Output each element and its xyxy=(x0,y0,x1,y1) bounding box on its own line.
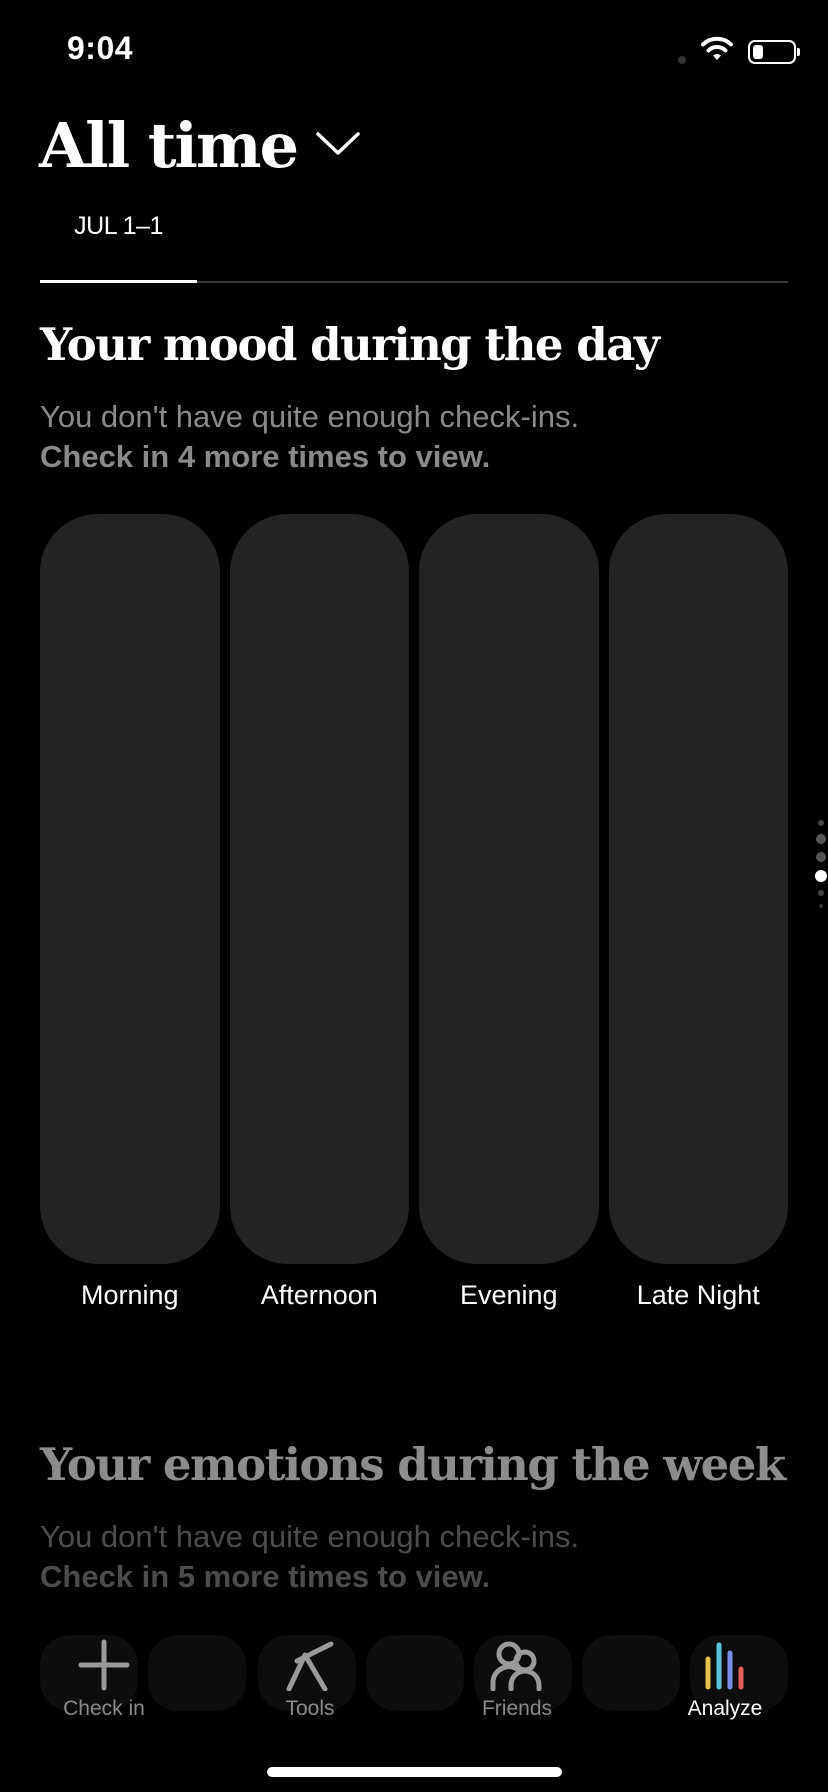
mood-bar-afternoon xyxy=(229,514,409,1264)
analyze-bars-icon xyxy=(696,1637,754,1693)
tab-friends-label: Friends xyxy=(481,1697,553,1720)
page-indicator[interactable] xyxy=(814,820,828,908)
mood-chart-labels: Morning Afternoon Evening Late Night xyxy=(40,1280,788,1311)
tab-analyze[interactable]: Analyze xyxy=(655,1637,795,1721)
mood-section-subtitle: You don't have quite enough check-ins. C… xyxy=(40,397,579,477)
mood-label-morning: Morning xyxy=(80,1280,179,1310)
tab-tools[interactable]: Tools xyxy=(240,1637,380,1721)
emotions-section-subtitle: You don't have quite enough check-ins. C… xyxy=(40,1517,579,1597)
mood-chart xyxy=(40,514,788,1264)
mood-bar-late-night xyxy=(608,514,788,1264)
status-time: 9:04 xyxy=(67,30,134,66)
mood-cta-text: Check in 4 more times to view. xyxy=(40,439,491,474)
chevron-down-icon xyxy=(315,130,361,163)
emotions-cta-text: Check in 5 more times to view. xyxy=(40,1559,491,1594)
mood-section-title: Your mood during the day xyxy=(40,318,660,371)
signal-icon xyxy=(678,55,686,64)
battery-icon xyxy=(748,39,800,64)
emotions-subtitle-text: You don't have quite enough check-ins. xyxy=(40,1519,580,1554)
mood-label-afternoon: Afternoon xyxy=(260,1280,378,1310)
tab-tools-label: Tools xyxy=(285,1697,335,1720)
tab-bar: Check in Tools Friends Analyze xyxy=(0,1625,828,1745)
tab-friends[interactable]: Friends xyxy=(447,1637,587,1721)
battery-level xyxy=(753,44,763,59)
status-icons xyxy=(678,36,800,67)
mood-label-late-night: Late Night xyxy=(636,1280,760,1310)
tab-analyze-label: Analyze xyxy=(687,1697,763,1720)
friends-icon xyxy=(488,1637,546,1693)
mood-subtitle-text: You don't have quite enough check-ins. xyxy=(40,399,580,434)
tab-indicator xyxy=(40,280,197,283)
page-title: All time xyxy=(39,109,299,182)
tab-date-range[interactable]: JUL 1–1 xyxy=(40,212,197,241)
emotions-section-title: Your emotions during the week xyxy=(40,1438,786,1491)
time-range-selector[interactable]: All time xyxy=(39,106,361,186)
status-bar: 9:04 xyxy=(0,0,828,96)
page-dot[interactable] xyxy=(816,852,826,862)
page-dot[interactable] xyxy=(819,904,823,908)
tools-icon xyxy=(281,1637,339,1693)
page-dot[interactable] xyxy=(816,834,826,844)
tab-check-in[interactable]: Check in xyxy=(34,1637,174,1721)
page-dot[interactable] xyxy=(818,890,824,896)
mood-label-evening: Evening xyxy=(459,1280,558,1310)
home-indicator[interactable] xyxy=(267,1767,562,1777)
page-dot-active[interactable] xyxy=(815,870,827,882)
page-dot[interactable] xyxy=(818,820,824,826)
tab-check-in-label: Check in xyxy=(63,1697,145,1720)
mood-bar-morning xyxy=(40,514,220,1264)
mood-bar-evening xyxy=(419,514,599,1264)
wifi-icon xyxy=(700,36,734,67)
plus-icon xyxy=(75,1637,133,1693)
